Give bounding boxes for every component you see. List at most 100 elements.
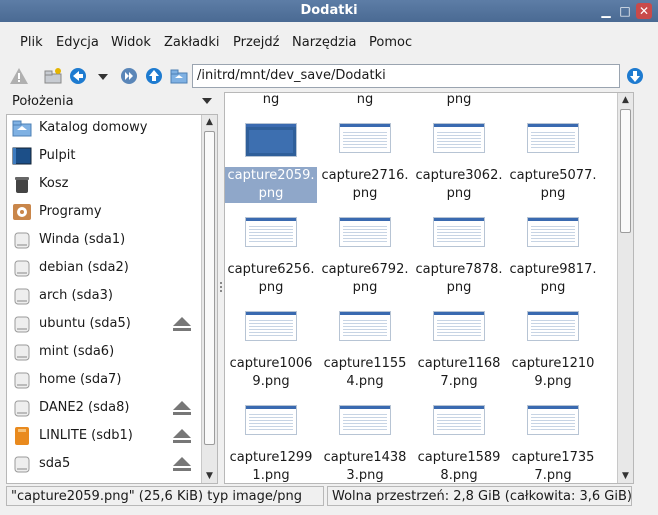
file-name: capture1168 7.png [417, 356, 501, 389]
image-thumbnail [245, 123, 297, 157]
download-arrow-icon[interactable] [625, 66, 645, 86]
file-name: capture1299 1.png [229, 450, 313, 483]
file-name: capture1589 8.png [417, 450, 501, 483]
image-thumbnail [339, 217, 391, 247]
file-name: capture2059. png [225, 167, 317, 203]
file-name: capture6792. png [321, 262, 409, 295]
file-item[interactable]: capture1735 7.png [507, 401, 599, 483]
scroll-up-icon[interactable]: ▲ [618, 93, 633, 107]
sidebar-item-label: Programy [39, 204, 102, 219]
warning-icon[interactable] [9, 66, 29, 86]
eject-icon[interactable] [172, 456, 192, 472]
menu-edycja[interactable]: Edycja [56, 35, 99, 50]
file-item[interactable]: capture1210 9.png [507, 307, 599, 399]
chevron-down-icon [202, 98, 212, 104]
image-thumbnail [339, 123, 391, 153]
file-item[interactable]: capture1438 3.png [319, 401, 411, 483]
places-dropdown[interactable]: Położenia [6, 92, 218, 112]
file-item[interactable]: capture2059. png [225, 119, 317, 211]
drive-icon [12, 370, 32, 390]
drive-icon [12, 286, 32, 306]
eject-icon[interactable] [172, 316, 192, 332]
menu-plik[interactable]: Plik [20, 35, 43, 50]
menu-zakladki[interactable]: Zakładki [164, 35, 219, 50]
file-item[interactable]: capture1006 9.png [225, 307, 317, 399]
pane-splitter[interactable] [219, 280, 223, 296]
sidebar-scrollbar[interactable]: ▲ ▼ [201, 115, 217, 483]
dropdown-arrow-icon[interactable] [93, 66, 113, 86]
menu-przejdz[interactable]: Przejdź [233, 35, 279, 50]
sidebar-item-label: debian (sda2) [39, 260, 129, 275]
sidebar-item[interactable]: ubuntu (sda5) [7, 311, 201, 337]
file-item[interactable]: capture1168 7.png [413, 307, 505, 399]
file-item[interactable]: capture9817. png [507, 213, 599, 305]
file-item[interactable]: capture5077. png [507, 119, 599, 211]
menu-narzedzia[interactable]: Narzędzia [292, 35, 357, 50]
image-thumbnail [433, 405, 485, 435]
file-item[interactable]: capture6256. png [225, 213, 317, 305]
sidebar-item[interactable]: LINLITE (sdb1) [7, 423, 201, 449]
image-thumbnail [527, 217, 579, 247]
file-item[interactable]: capture1155 4.png [319, 307, 411, 399]
sidebar-item[interactable]: mint (sda6) [7, 339, 201, 365]
scroll-down-icon[interactable]: ▼ [618, 469, 633, 483]
new-folder-icon[interactable] [43, 66, 63, 86]
file-item[interactable]: capture1589 8.png [413, 401, 505, 483]
file-name: capture1735 7.png [511, 450, 595, 483]
image-thumbnail [339, 405, 391, 435]
image-thumbnail [527, 311, 579, 341]
sidebar-item-label: Katalog domowy [39, 120, 148, 135]
desktop-icon [12, 146, 32, 166]
sidebar-item[interactable]: Katalog domowy [7, 115, 201, 141]
toolbar: /initrd/mnt/dev_save/Dodatki [0, 62, 658, 90]
sidebar-scroll-thumb[interactable] [204, 131, 215, 445]
file-name: capture3062. png [415, 168, 503, 201]
drive-icon [12, 454, 32, 474]
sidebar-item[interactable]: Kosz [7, 171, 201, 197]
close-button[interactable]: ✕ [636, 3, 652, 19]
minimize-button[interactable]: ▁ [598, 3, 614, 19]
file-name: capture5077. png [509, 168, 597, 201]
sidebar-item-label: Pulpit [39, 148, 76, 163]
file-name-partial[interactable]: ng [225, 93, 317, 109]
sidebar-item-label: LINLITE (sdb1) [39, 428, 133, 443]
free-space-status: Wolna przestrzeń: 2,8 GiB (całkowita: 3,… [327, 486, 632, 506]
sidebar-item[interactable]: Winda (sda1) [7, 227, 201, 253]
sidebar-item[interactable]: Programy [7, 199, 201, 225]
sidebar-item[interactable]: Pulpit [7, 143, 201, 169]
scroll-up-icon[interactable]: ▲ [202, 115, 217, 129]
eject-icon[interactable] [172, 428, 192, 444]
sidebar-item[interactable]: home (sda7) [7, 367, 201, 393]
sidebar-item[interactable]: sda5 [7, 451, 201, 477]
window-title: Dodatki [300, 3, 358, 18]
menu-widok[interactable]: Widok [111, 35, 151, 50]
go-icon[interactable] [119, 66, 139, 86]
file-item[interactable]: capture3062. png [413, 119, 505, 211]
drive-icon [12, 398, 32, 418]
drive-icon [12, 342, 32, 362]
file-item[interactable]: capture2716. png [319, 119, 411, 211]
sidebar-item[interactable]: debian (sda2) [7, 255, 201, 281]
sidebar-item[interactable]: DANE2 (sda8) [7, 395, 201, 421]
file-item[interactable]: capture1299 1.png [225, 401, 317, 483]
eject-icon[interactable] [172, 400, 192, 416]
up-arrow-icon[interactable] [144, 66, 164, 86]
maximize-button[interactable]: □ [617, 3, 633, 19]
sidebar-item-label: Kosz [39, 176, 69, 191]
drive-icon [12, 258, 32, 278]
menu-pomoc[interactable]: Pomoc [369, 35, 412, 50]
path-input[interactable]: /initrd/mnt/dev_save/Dodatki [192, 64, 620, 88]
file-scroll-thumb[interactable] [620, 109, 631, 233]
sidebar-item[interactable]: arch (sda3) [7, 283, 201, 309]
file-scrollbar[interactable]: ▲ ▼ [617, 93, 633, 483]
file-name-partial[interactable]: ng [319, 93, 411, 109]
file-name: capture9817. png [509, 262, 597, 295]
back-arrow-icon[interactable] [68, 66, 88, 86]
sidebar-item-label: Winda (sda1) [39, 232, 126, 247]
scroll-down-icon[interactable]: ▼ [202, 469, 217, 483]
image-thumbnail [245, 217, 297, 247]
file-name-partial[interactable]: png [413, 93, 505, 109]
file-item[interactable]: capture6792. png [319, 213, 411, 305]
home-folder-icon[interactable] [169, 66, 189, 86]
file-item[interactable]: capture7878. png [413, 213, 505, 305]
